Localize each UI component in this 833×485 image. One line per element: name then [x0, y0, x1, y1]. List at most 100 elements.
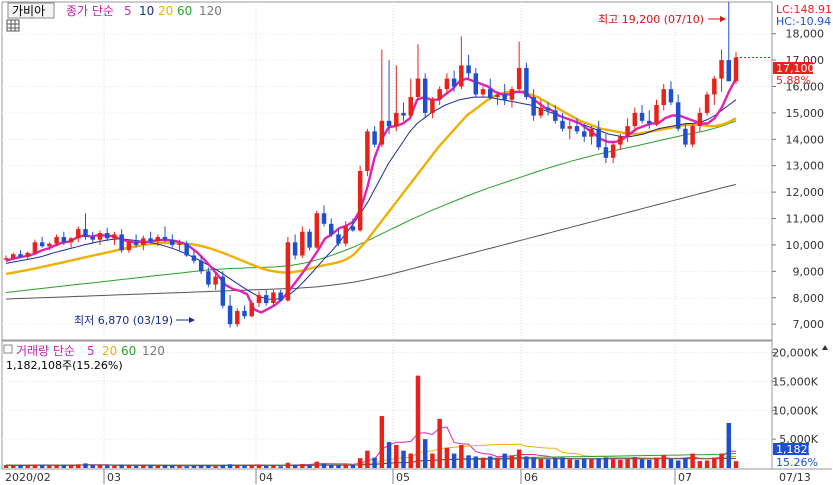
candle-body: [321, 213, 327, 224]
candle-body: [408, 97, 413, 116]
volume-bar: [538, 458, 544, 468]
volume-bar: [307, 464, 312, 468]
candle-body: [76, 229, 81, 239]
candle-body: [603, 147, 609, 158]
candle-body: [524, 68, 529, 98]
volume-bar: [408, 453, 413, 468]
date-tick-label: 05: [396, 471, 410, 484]
candle-body: [480, 89, 486, 95]
volume-tag-text: 1,182K: [776, 443, 815, 456]
candle-body: [169, 239, 175, 245]
date-tick-label: 06: [524, 471, 538, 484]
candle: [307, 229, 312, 251]
candle-body: [502, 94, 507, 100]
volume-bar: [242, 465, 247, 468]
volume-bar: [83, 463, 88, 468]
volume-bar: [32, 464, 38, 468]
volume-bar: [502, 453, 507, 468]
legend-ma60: 60: [177, 4, 192, 18]
candle-body: [596, 128, 601, 148]
volume-bar: [704, 460, 710, 468]
date-tick-label: 2020/02: [5, 471, 51, 484]
volume-bar: [235, 465, 240, 468]
price-tick-label: 11,000: [786, 213, 825, 226]
volume-bar: [473, 456, 479, 468]
candle-body: [133, 242, 139, 245]
grid-toggle-icon[interactable]: [6, 19, 20, 32]
candle-body: [112, 234, 117, 239]
price-pct-tag: 5.88%: [776, 74, 811, 87]
candle-body: [444, 78, 450, 90]
volume-bar: [733, 461, 739, 468]
volume-bar: [719, 453, 724, 468]
candle: [285, 237, 291, 302]
candle-body: [726, 60, 732, 82]
volume-bar: [553, 458, 558, 468]
volume-bar: [357, 458, 363, 468]
date-tick-label: 04: [259, 471, 273, 484]
volume-bar: [712, 457, 717, 468]
volume-bar: [54, 465, 59, 468]
volume-bar: [516, 449, 522, 468]
candle: [524, 62, 529, 100]
candle-body: [516, 68, 522, 90]
volume-bar: [314, 461, 320, 468]
volume-bar: [545, 459, 551, 468]
candle-body: [285, 242, 291, 301]
candle-body: [83, 229, 88, 238]
candle-body: [415, 78, 421, 98]
candle-body: [126, 242, 132, 251]
vlegend-ma120: 120: [142, 344, 165, 358]
candle-body: [350, 226, 356, 231]
volume-collapse-icon[interactable]: [3, 344, 13, 354]
candle-body: [198, 260, 204, 272]
candle-body: [365, 131, 370, 171]
candle-body: [654, 104, 659, 124]
candle-body: [97, 233, 103, 240]
volume-bar: [379, 416, 385, 468]
volume-bar: [321, 463, 327, 468]
price-tick-label: 7,000: [793, 318, 825, 331]
candle-body: [3, 258, 9, 260]
volume-bar: [329, 464, 334, 468]
candle-body: [256, 295, 262, 304]
candle-body: [618, 136, 623, 145]
candle-body: [90, 237, 95, 240]
volume-bar: [567, 459, 573, 468]
volume-bar: [133, 465, 139, 468]
price-legend-label: 종가 단순: [66, 4, 114, 18]
volume-bar: [365, 450, 370, 468]
candle-body: [61, 237, 67, 243]
candle-body: [473, 73, 479, 95]
candle-body: [697, 112, 703, 127]
candle: [357, 165, 363, 232]
candle-body: [329, 223, 334, 235]
candle: [690, 123, 695, 148]
volume-bar: [386, 442, 392, 468]
volume-bar: [343, 464, 348, 468]
volume-bar: [169, 465, 175, 468]
candle-body: [531, 97, 536, 116]
candle-body: [343, 226, 348, 244]
candle-body: [177, 243, 182, 245]
candle-body: [155, 237, 161, 241]
volume-bar: [422, 439, 428, 468]
candle-body: [379, 120, 385, 145]
price-tick-label: 13,000: [786, 160, 825, 173]
price-tick-label: 9,000: [793, 265, 825, 278]
volume-pct-tag: 15.26%: [776, 456, 818, 469]
volume-bar: [184, 466, 189, 468]
volume-bar: [690, 453, 695, 468]
volume-bar: [444, 447, 450, 468]
candle-body: [249, 303, 254, 317]
candle-body: [206, 271, 211, 285]
stock-chart[interactable]: 7,000 8,000 9,000 10,000 11,000 12,000 13,000 1…: [0, 0, 833, 485]
candle-body: [104, 233, 110, 239]
volume-bar: [191, 465, 197, 468]
volume-bar: [47, 465, 52, 468]
candle-body: [538, 107, 544, 116]
price-tick-label: 10,000: [786, 239, 825, 252]
candle-body: [567, 126, 573, 129]
hc-value: HC:-10.94: [776, 15, 831, 28]
price-tick-label: 15,000: [786, 107, 825, 120]
